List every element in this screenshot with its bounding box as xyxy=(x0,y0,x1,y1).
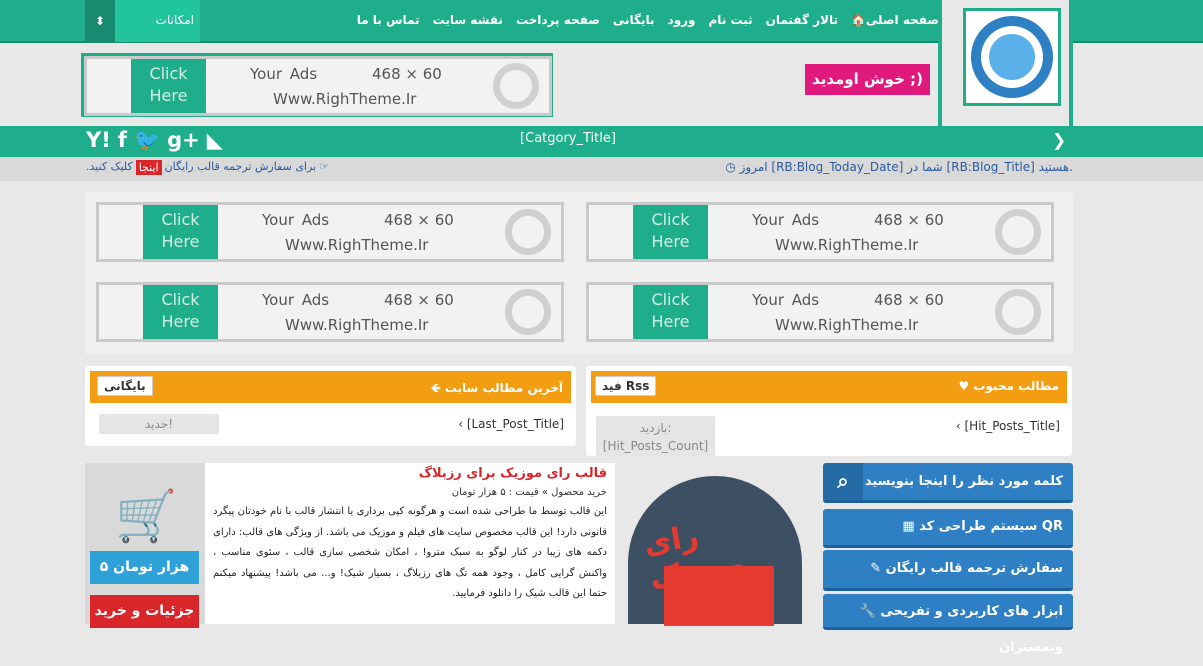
rss-button[interactable]: فید Rss xyxy=(595,376,657,396)
yahoo-icon[interactable]: Y! xyxy=(86,128,111,153)
latest-post-link[interactable]: ‹ [Last_Post_Title] xyxy=(458,417,564,431)
main-nav: 🏠صفحه اصلی تالار گفتمان ثبت نام ورود بای… xyxy=(357,0,939,40)
search-icon[interactable]: ⌕ xyxy=(823,463,863,500)
details-buy-button[interactable]: جزئیات و خرید xyxy=(90,595,199,628)
shopping-cart-icon: 🛒 xyxy=(115,487,178,545)
product-description: این قالب توسط ما طراحی شده است و هرگونه … xyxy=(213,506,607,599)
new-badge: جدید! xyxy=(99,414,219,434)
search-box[interactable]: ⌕ کلمه مورد نظر را اینجا بنویسید xyxy=(823,463,1073,503)
sidebar-item-translate[interactable]: ✎ سفارش ترجمه قالب رایگان xyxy=(823,550,1073,591)
ring-icon xyxy=(505,289,551,335)
order-text: ☞ برای سفارش ترجمه قالب رایگان اینجا کلی… xyxy=(86,160,329,175)
popular-post-link[interactable]: ‹ [Hit_Posts_Title] xyxy=(956,419,1060,433)
ad-banner[interactable]: Click Here Your Ads 468 × 60 Www.RighTheme.… xyxy=(96,282,564,342)
today-text: ◷ امروز [RB:Blog_Today_Date] شما در [RB:… xyxy=(725,160,1073,174)
twitter-icon[interactable]: 🐦 xyxy=(134,128,160,153)
category-title: [Catgory_Title] xyxy=(520,131,616,146)
ad-banner[interactable]: Click Here Your Ads 468 × 60 Www.RighTheme.… xyxy=(96,202,564,262)
google-plus-icon[interactable]: g+ xyxy=(167,128,200,153)
facebook-icon[interactable]: f xyxy=(118,128,127,153)
archive-button[interactable]: بایگانی xyxy=(97,376,153,396)
product-image-text: رای موزیک xyxy=(641,518,749,598)
sidebar-item-qr[interactable]: ▦ سیستم طراحی کد QR xyxy=(823,509,1073,548)
logo-area xyxy=(938,0,1073,126)
rss-icon[interactable]: ◣ xyxy=(207,128,223,153)
nav-payment[interactable]: صفحه پرداخت xyxy=(516,13,600,27)
top-ad-banner[interactable]: Click Here Your Ads 468 × 60 Www.RighThem… xyxy=(81,53,553,117)
nav-archive[interactable]: بایگانی xyxy=(613,13,655,27)
welcome-badge: خوش اومدید ;) xyxy=(805,64,930,95)
nav-sitemap[interactable]: نقشه سایت xyxy=(433,13,503,27)
chevron-updown-icon[interactable]: ⬍ xyxy=(85,0,115,42)
features-menu[interactable]: امکانات xyxy=(115,0,200,42)
ring-icon xyxy=(493,63,539,109)
popular-posts-panel: ♥ مطالب محبوب فید Rss ‹ [Hit_Posts_Title… xyxy=(586,366,1072,456)
nav-home[interactable]: 🏠صفحه اصلی xyxy=(851,13,939,27)
nav-contact[interactable]: تماس با ما xyxy=(357,13,420,27)
product-info: قالب رای موزیک برای رزبلاگ خرید محصول » … xyxy=(205,463,615,624)
ads-panel: Click Here Your Ads 468 × 60 Www.RighTheme.… xyxy=(85,192,1073,354)
latest-posts-panel: 🡸 آخرین مطالب سایت بایگانی ‹ [Last_Post_… xyxy=(85,366,576,446)
hand-icon: ☞ xyxy=(319,160,329,173)
nav-forum[interactable]: تالار گفتمان xyxy=(766,13,838,27)
popular-posts-header: ♥ مطالب محبوب فید Rss xyxy=(591,371,1067,403)
chevron-right-icon[interactable]: ❯ xyxy=(1052,131,1066,151)
social-icons: Y! f 🐦 g+ ◣ xyxy=(86,128,223,153)
nav-register[interactable]: ثبت نام xyxy=(709,13,753,27)
sidebar-item-tools[interactable]: 🔧 ابزار های کاربردی و تفریحی وبمستران xyxy=(823,594,1073,655)
visits-box: بازدید: [Hit_Posts_Count] xyxy=(596,416,715,456)
latest-posts-header: 🡸 آخرین مطالب سایت بایگانی xyxy=(90,371,571,403)
nav-login[interactable]: ورود xyxy=(668,13,696,27)
product-meta: خرید محصول » قیمت : ۵ هزار تومان xyxy=(451,487,607,498)
product-image[interactable]: رای موزیک xyxy=(615,463,819,626)
price-button[interactable]: ۵ هزار تومان xyxy=(90,551,199,584)
product-title[interactable]: قالب رای موزیک برای رزبلاگ xyxy=(213,466,607,481)
logo[interactable] xyxy=(963,8,1061,106)
ad-banner[interactable]: Click Here Your Ads 468 × 60 Www.RighTheme.… xyxy=(586,282,1054,342)
here-button[interactable]: اینجا xyxy=(135,160,162,175)
ring-icon xyxy=(505,209,551,255)
ad-banner[interactable]: Click Here Your Ads 468 × 60 Www.RighTheme.… xyxy=(586,202,1054,262)
ring-icon xyxy=(995,209,1041,255)
ring-icon xyxy=(995,289,1041,335)
